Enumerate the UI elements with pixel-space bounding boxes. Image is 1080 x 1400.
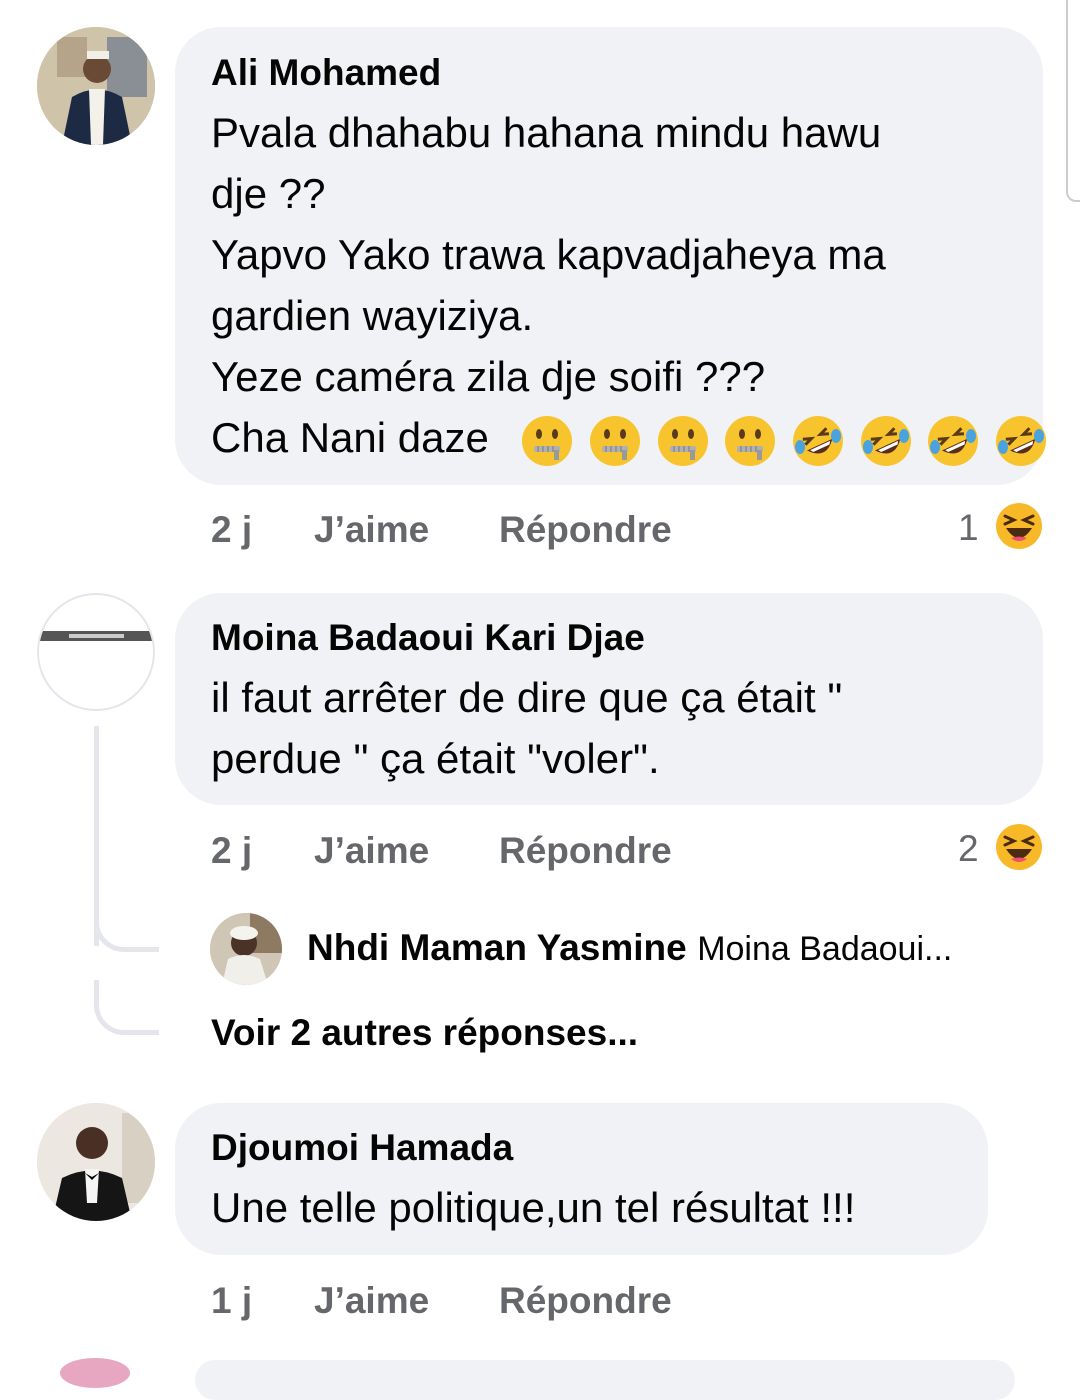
reply-author[interactable]: Nhdi Maman Yasmine — [307, 927, 687, 968]
zipper-mouth-face-icon — [657, 415, 708, 466]
see-more-replies-link[interactable]: Voir 2 autres réponses... — [211, 1012, 638, 1054]
rolling-on-floor-laughing-icon — [928, 415, 979, 466]
avatar-moina-badaoui[interactable] — [37, 593, 155, 711]
comment-author[interactable]: Ali Mohamed — [211, 52, 441, 94]
zipper-mouth-face-icon — [589, 415, 640, 466]
comment-time[interactable]: 1 j — [211, 1280, 252, 1322]
comment-line: perdue " ça était "voler". — [211, 735, 660, 782]
reply-button[interactable]: Répondre — [499, 509, 672, 551]
avatar-ali-mohamed[interactable] — [37, 27, 155, 145]
comment-line: Yeze caméra zila dje soifi ??? — [211, 353, 766, 400]
haha-icon[interactable] — [995, 502, 1043, 550]
scrollbar[interactable] — [1066, 0, 1080, 202]
comment-author[interactable]: Moina Badaoui Kari Djae — [211, 617, 645, 659]
zipper-mouth-face-icon — [725, 415, 776, 466]
reply-button[interactable]: Répondre — [499, 830, 672, 872]
reply-snippet: Moina Badaoui... — [697, 930, 953, 968]
comment-line: Pvala dhahabu hahana mindu hawu — [211, 109, 882, 156]
comment-time[interactable]: 2 j — [211, 509, 252, 551]
reply-button[interactable]: Répondre — [499, 1280, 672, 1322]
zipper-mouth-face-icon — [522, 415, 573, 466]
thread-branch — [94, 980, 159, 1035]
comment-line: il faut arrêter de dire que ça était " — [211, 674, 843, 721]
comment-line-text: Cha Nani daze — [211, 414, 489, 461]
comment-line: Yapvo Yako trawa kapvadjaheya ma — [211, 231, 886, 278]
like-button[interactable]: J’aime — [314, 509, 429, 551]
comment-line: gardien wayiziya. — [211, 292, 534, 339]
rolling-on-floor-laughing-icon — [792, 415, 843, 466]
avatar-nhdi-maman-yasmine[interactable] — [210, 913, 282, 985]
comment-author[interactable]: Djoumoi Hamada — [211, 1127, 513, 1169]
like-button[interactable]: J’aime — [314, 1280, 429, 1322]
haha-icon[interactable] — [995, 823, 1043, 871]
comment-bubble — [195, 1360, 1015, 1400]
comment-time[interactable]: 2 j — [211, 830, 252, 872]
reaction-count[interactable]: 2 — [958, 828, 979, 870]
avatar-djoumoi-hamada[interactable] — [37, 1103, 155, 1221]
comment-line-with-emojis: Cha Nani daze — [211, 407, 1048, 468]
comment-line: Une telle politique,un tel résultat !!! — [211, 1184, 856, 1231]
rolling-on-floor-laughing-icon — [860, 415, 911, 466]
reply-preview[interactable]: Nhdi Maman Yasmine Moina Badaoui... — [307, 927, 952, 969]
avatar-next-comment[interactable] — [60, 1358, 130, 1388]
reaction-count[interactable]: 1 — [958, 507, 979, 549]
comment-line: dje ?? — [211, 170, 326, 217]
rolling-on-floor-laughing-icon — [995, 415, 1046, 466]
thread-branch — [94, 900, 159, 952]
like-button[interactable]: J’aime — [314, 830, 429, 872]
